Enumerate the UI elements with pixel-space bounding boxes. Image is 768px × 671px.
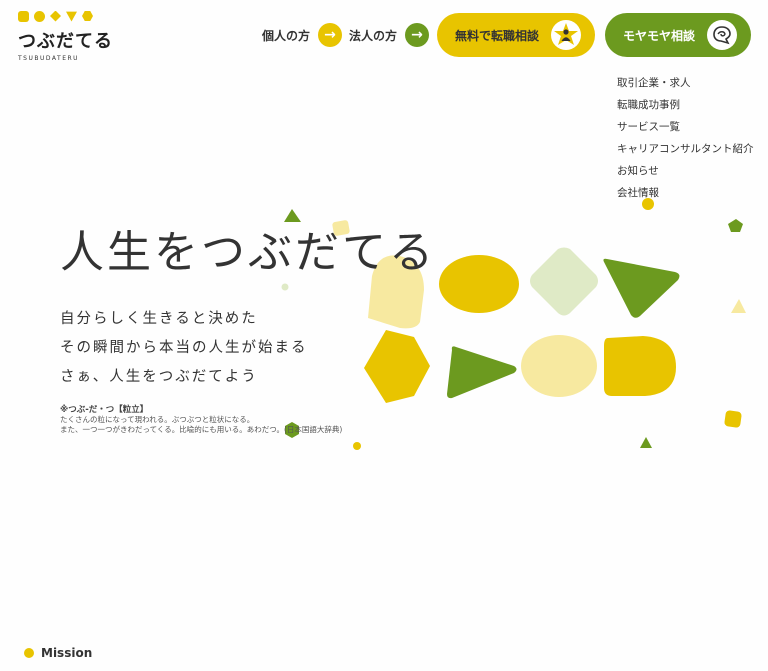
hero-lead-line: さぁ、人生をつぶだてよう: [60, 369, 258, 385]
scatter-dot: [728, 219, 743, 232]
submenu-item-consultants[interactable]: キャリアコンサルタント紹介: [617, 138, 754, 160]
hero-lead: 自分らしく生きると決めた その瞬間から本当の人生が始まる さぁ、人生をつぶだてよ…: [60, 305, 308, 392]
scatter-dot: [353, 442, 361, 450]
triangle-shape: [447, 346, 517, 399]
bullet-dot-icon: [24, 648, 34, 658]
nav-individual-link[interactable]: 個人の方 →: [262, 23, 343, 47]
speech-bubble-icon: [707, 20, 737, 50]
rounded-shape: [604, 336, 676, 396]
nav-corporate-link[interactable]: 法人の方 →: [349, 23, 430, 47]
free-consult-button[interactable]: 無料で転職相談: [437, 13, 595, 57]
mission-label: Mission: [41, 646, 93, 660]
mission-section-label: Mission: [24, 646, 92, 660]
submenu-item-success-stories[interactable]: 転職成功事例: [617, 94, 754, 116]
note-line: たくさんの粒になって現われる。ぶつぶつと粒状になる。: [60, 415, 255, 424]
nav-corporate-label: 法人の方: [349, 28, 398, 43]
note-heading: ※つぶ‐だ・つ【粒立】: [60, 405, 149, 415]
ellipse-shape: [521, 335, 597, 397]
submenu-item-services[interactable]: サービス一覧: [617, 116, 754, 138]
site-logo[interactable]: つぶだてる TSUBUDATERU: [18, 10, 118, 62]
hero-lead-line: その瞬間から本当の人生が始まる: [60, 340, 308, 356]
scatter-dot: [640, 437, 652, 448]
logo-mark: [18, 10, 118, 22]
star-person-icon: [551, 20, 581, 50]
submenu-item-news[interactable]: お知らせ: [617, 160, 754, 182]
submenu-item-company[interactable]: 会社情報: [617, 182, 754, 204]
arrow-right-icon: →: [318, 23, 343, 47]
hero-lead-line: 自分らしく生きると決めた: [60, 311, 258, 327]
logo-subtext: TSUBUDATERU: [18, 55, 80, 62]
note-line: また、一つ一つがきわだってくる。比喩的にも用いる。あわだつ。(日本国語大辞典): [60, 425, 343, 434]
moyamoya-consult-button[interactable]: モヤモヤ相談: [605, 13, 751, 57]
logo-text: つぶだてる: [18, 31, 113, 52]
free-consult-label: 無料で転職相談: [455, 28, 540, 43]
nav-individual-label: 個人の方: [262, 28, 311, 43]
diamond-shape: [530, 247, 598, 316]
dictionary-note: ※つぶ‐だ・つ【粒立】 たくさんの粒になって現われる。ぶつぶつと粒状になる。 ま…: [60, 405, 342, 435]
hexagon-shape: [364, 330, 430, 403]
scatter-dot: [281, 283, 289, 291]
submenu: 取引企業・求人 転職成功事例 サービス一覧 キャリアコンサルタント紹介 お知らせ…: [617, 72, 754, 204]
scatter-dot: [731, 299, 746, 313]
arrow-right-icon: →: [405, 23, 430, 47]
submenu-item-partners[interactable]: 取引企業・求人: [617, 72, 754, 94]
triangle-shape: [603, 258, 680, 318]
ellipse-shape: [439, 255, 519, 313]
hero-title: 人生をつぶだてる: [60, 227, 436, 278]
scatter-dot: [724, 410, 742, 428]
moyamoya-consult-label: モヤモヤ相談: [623, 28, 696, 43]
